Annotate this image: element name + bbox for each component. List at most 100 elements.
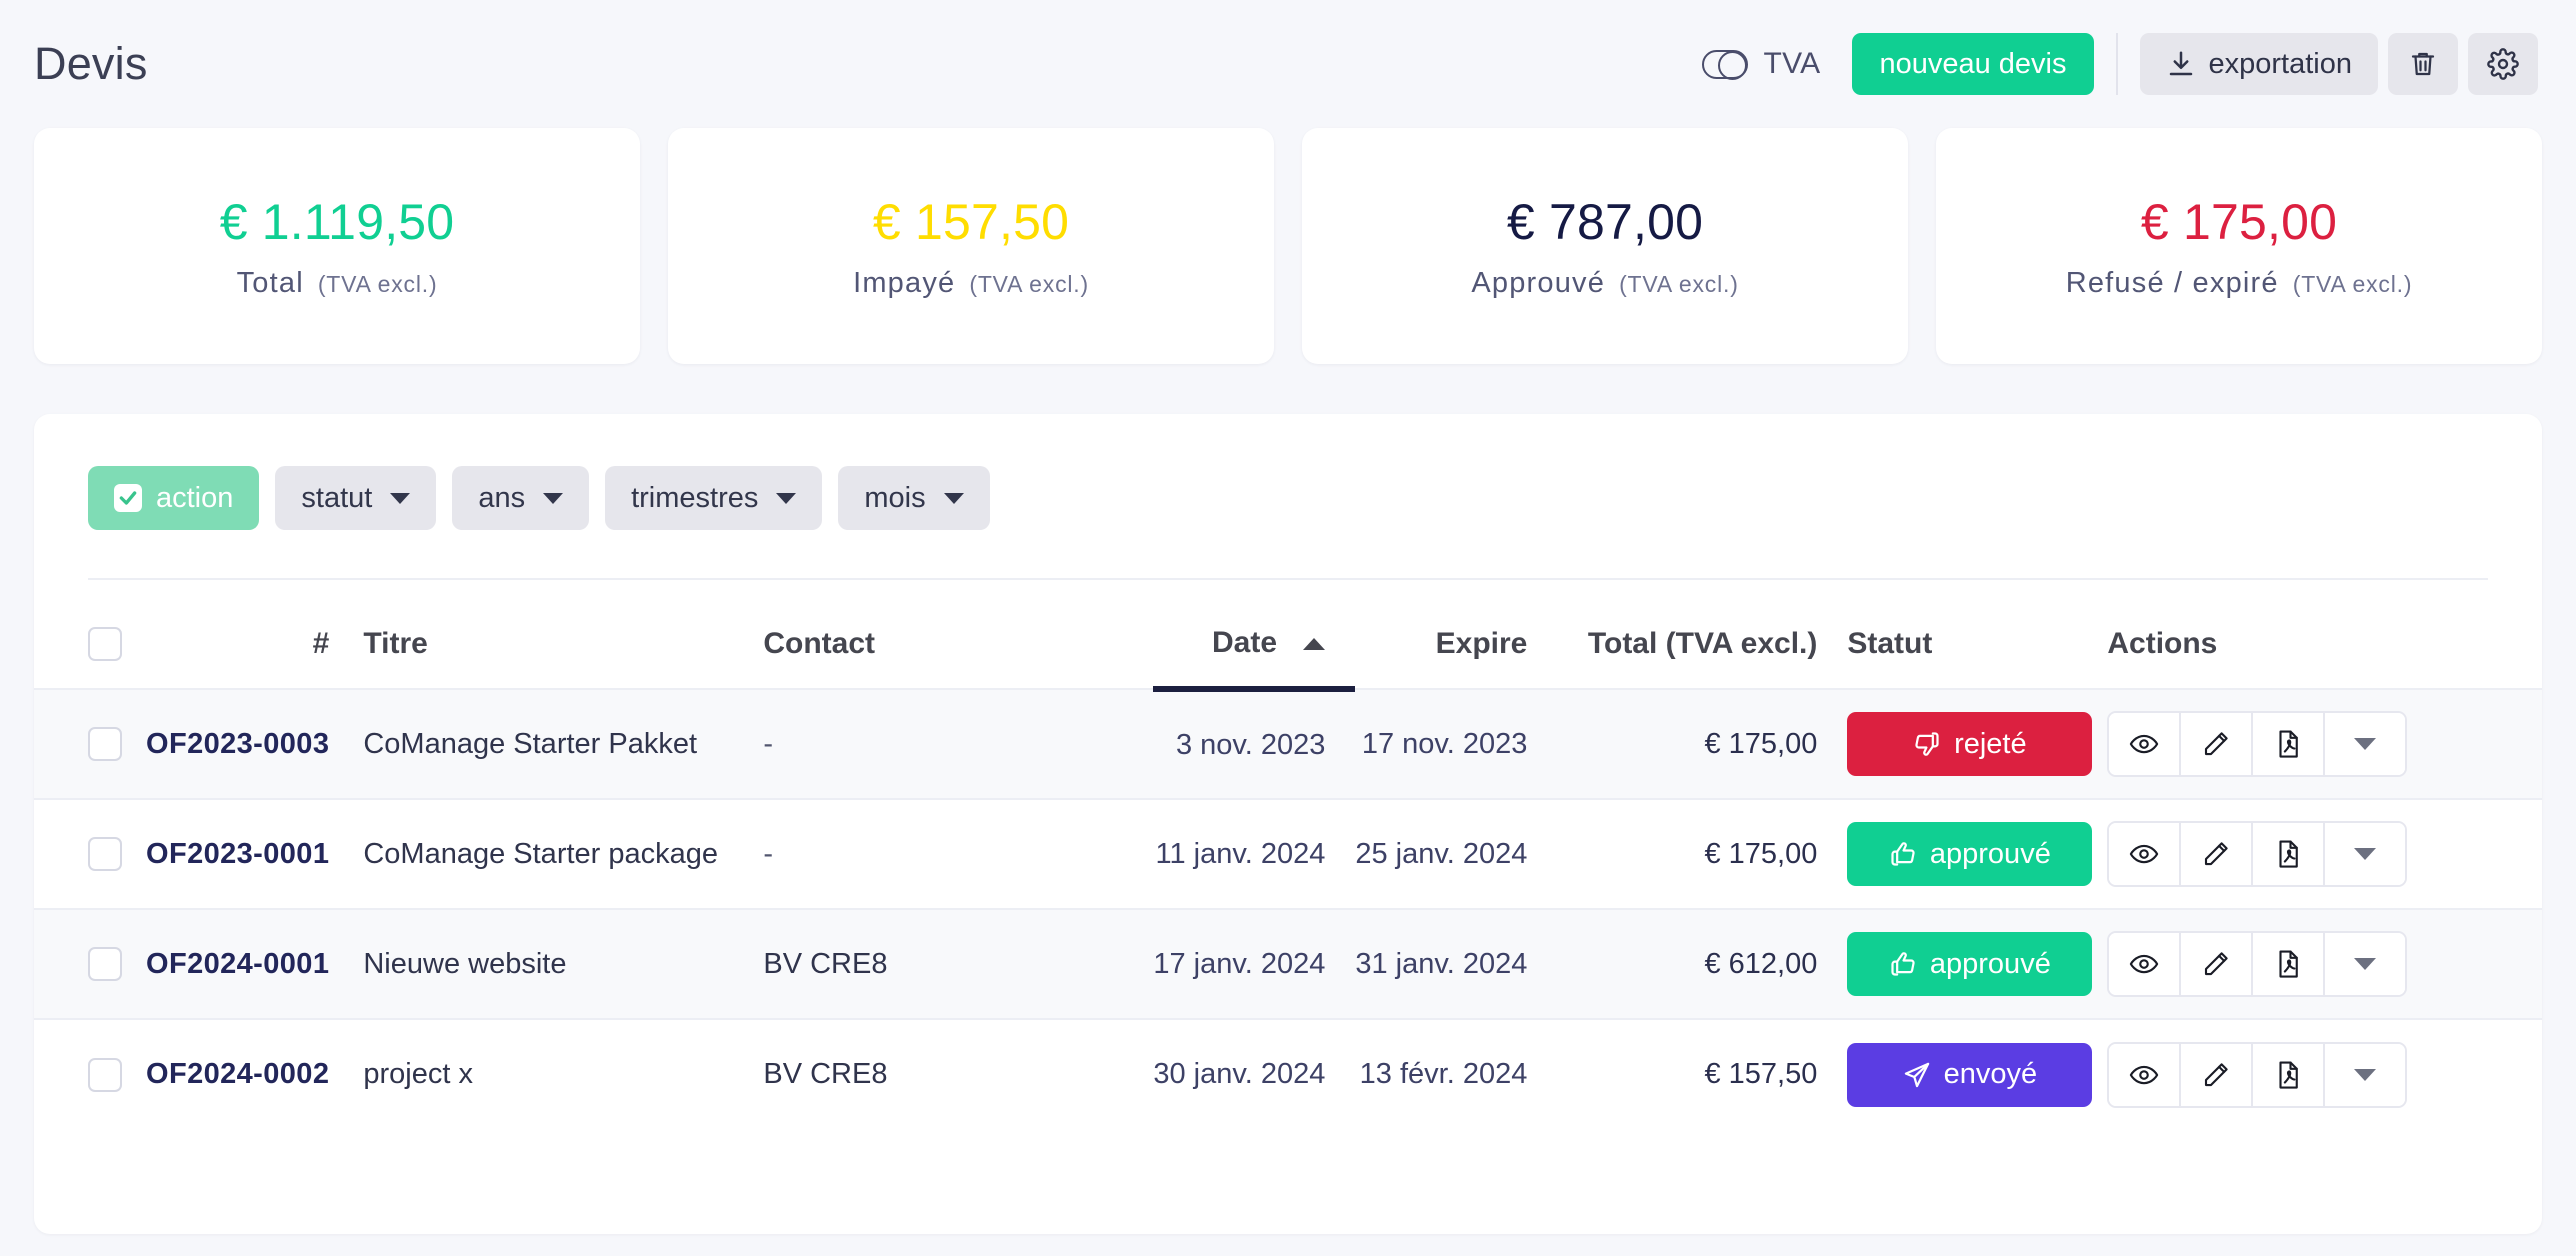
thumbs-down-icon [1913, 730, 1941, 758]
status-badge[interactable]: envoyé [1847, 1042, 2093, 1107]
pdf-icon [2279, 730, 2299, 758]
stat-card-total: € 1.119,50 Total (TVA excl.) [34, 128, 640, 364]
top-toolbar: Devis TVA nouveau devis exportation [0, 0, 2576, 128]
status-badge[interactable]: rejeté [1847, 712, 2093, 776]
pdf-button[interactable] [2253, 823, 2326, 885]
view-button[interactable] [2109, 1043, 2182, 1106]
gear-icon [2487, 48, 2519, 80]
new-quote-button[interactable]: nouveau devis [1852, 33, 2094, 95]
toggle-switch-icon[interactable] [1702, 49, 1749, 80]
row-contact: BV CRE8 [763, 1018, 1154, 1129]
view-button[interactable] [2109, 933, 2182, 995]
row-actions [2107, 1018, 2542, 1129]
chevron-down-icon [2354, 848, 2377, 860]
filter-action-label: action [156, 481, 234, 514]
edit-button[interactable] [2181, 713, 2254, 775]
export-button[interactable]: exportation [2139, 33, 2378, 95]
row-contact: BV CRE8 [763, 908, 1154, 1019]
quotes-panel: action statut ans trimestres mois # Titr… [34, 414, 2542, 1234]
column-header-contact[interactable]: Contact [763, 580, 1153, 689]
pdf-icon [2279, 840, 2299, 868]
pdf-button[interactable] [2253, 1043, 2326, 1106]
row-date: 11 janv. 2024 [1153, 798, 1356, 909]
row-title: CoManage Starter package [363, 798, 764, 909]
more-actions-button[interactable] [2325, 713, 2406, 775]
edit-button[interactable] [2181, 933, 2254, 995]
row-select-cell [34, 688, 146, 799]
edit-button[interactable] [2181, 823, 2254, 885]
filter-bar: action statut ans trimestres mois [34, 414, 2542, 530]
row-total: € 612,00 [1557, 908, 1848, 1019]
view-button[interactable] [2109, 713, 2182, 775]
toolbar-secondary-group: exportation [2139, 33, 2538, 95]
filter-mois[interactable]: mois [838, 466, 990, 530]
tva-toggle-label: TVA [1763, 47, 1821, 80]
column-header-status[interactable]: Statut [1847, 580, 2107, 689]
filter-statut[interactable]: statut [275, 466, 437, 530]
column-header-total[interactable]: Total (TVA excl.) [1557, 580, 1847, 689]
thumbs-up-icon [1889, 950, 1917, 978]
stat-value: € 157,50 [872, 193, 1070, 250]
select-all-header [34, 580, 146, 689]
tva-toggle[interactable]: TVA [1702, 47, 1820, 81]
filter-ans-label: ans [478, 481, 526, 514]
stat-sublabel: (TVA excl.) [317, 270, 438, 297]
row-checkbox[interactable] [88, 947, 122, 981]
status-badge[interactable]: approuvé [1847, 932, 2093, 996]
page-title: Devis [34, 38, 148, 89]
eye-icon [2130, 844, 2159, 864]
row-contact: - [763, 688, 1154, 799]
stat-card-rejected-expired: € 175,00 Refusé / expiré (TVA excl.) [1936, 128, 2542, 364]
row-checkbox[interactable] [88, 727, 122, 761]
column-header-date[interactable]: Date [1153, 580, 1356, 692]
pencil-icon [2205, 952, 2229, 976]
column-header-title[interactable]: Titre [363, 580, 763, 689]
export-button-label: exportation [2208, 47, 2353, 80]
filter-ans[interactable]: ans [452, 466, 590, 530]
row-select-cell [34, 1018, 146, 1129]
stat-value: € 1.119,50 [219, 193, 455, 250]
row-title: project x [363, 1018, 764, 1129]
pdf-button[interactable] [2253, 933, 2326, 995]
delete-button[interactable] [2388, 33, 2458, 95]
column-header-expire[interactable]: Expire [1355, 580, 1557, 689]
more-actions-button[interactable] [2325, 1043, 2406, 1106]
status-badge-label: rejeté [1954, 727, 2027, 760]
row-actions-group [2107, 711, 2408, 777]
chevron-down-icon [543, 492, 564, 504]
row-checkbox[interactable] [88, 1057, 122, 1092]
table-row[interactable]: OF2023-0001 CoManage Starter package - 1… [34, 798, 2542, 909]
row-expire: 25 janv. 2024 [1355, 798, 1558, 909]
stat-sublabel: (TVA excl.) [1619, 270, 1739, 297]
row-date: 30 janv. 2024 [1153, 1018, 1356, 1129]
column-header-number[interactable]: # [146, 580, 363, 689]
filter-statut-label: statut [301, 481, 373, 514]
row-actions [2107, 798, 2542, 909]
settings-button[interactable] [2468, 33, 2538, 95]
column-header-date-label: Date [1211, 626, 1278, 659]
select-all-checkbox[interactable] [88, 627, 122, 661]
status-badge[interactable]: approuvé [1847, 822, 2093, 886]
filter-action[interactable]: action [88, 466, 260, 530]
more-actions-button[interactable] [2325, 933, 2406, 995]
row-number: OF2023-0003 [146, 688, 364, 799]
filter-trimestres[interactable]: trimestres [605, 466, 823, 530]
pencil-icon [2205, 842, 2229, 866]
pencil-icon [2205, 732, 2229, 756]
row-checkbox[interactable] [88, 837, 122, 871]
pdf-button[interactable] [2253, 713, 2326, 775]
status-badge-label: approuvé [1929, 837, 2051, 870]
view-button[interactable] [2109, 823, 2182, 885]
edit-button[interactable] [2181, 1043, 2254, 1106]
table-row[interactable]: OF2024-0002 project x BV CRE8 30 janv. 2… [34, 1018, 2542, 1129]
filter-mois-label: mois [864, 481, 926, 514]
table-row[interactable]: OF2024-0001 Nieuwe website BV CRE8 17 ja… [34, 908, 2542, 1019]
stat-value: € 175,00 [2140, 193, 2338, 250]
chevron-down-icon [776, 492, 797, 504]
more-actions-button[interactable] [2325, 823, 2406, 885]
row-total: € 175,00 [1557, 798, 1848, 909]
table-row[interactable]: OF2023-0003 CoManage Starter Pakket - 3 … [34, 688, 2542, 799]
stat-sublabel: (TVA excl.) [2292, 270, 2413, 297]
stat-value: € 787,00 [1506, 193, 1704, 250]
chevron-down-icon [2354, 738, 2377, 750]
